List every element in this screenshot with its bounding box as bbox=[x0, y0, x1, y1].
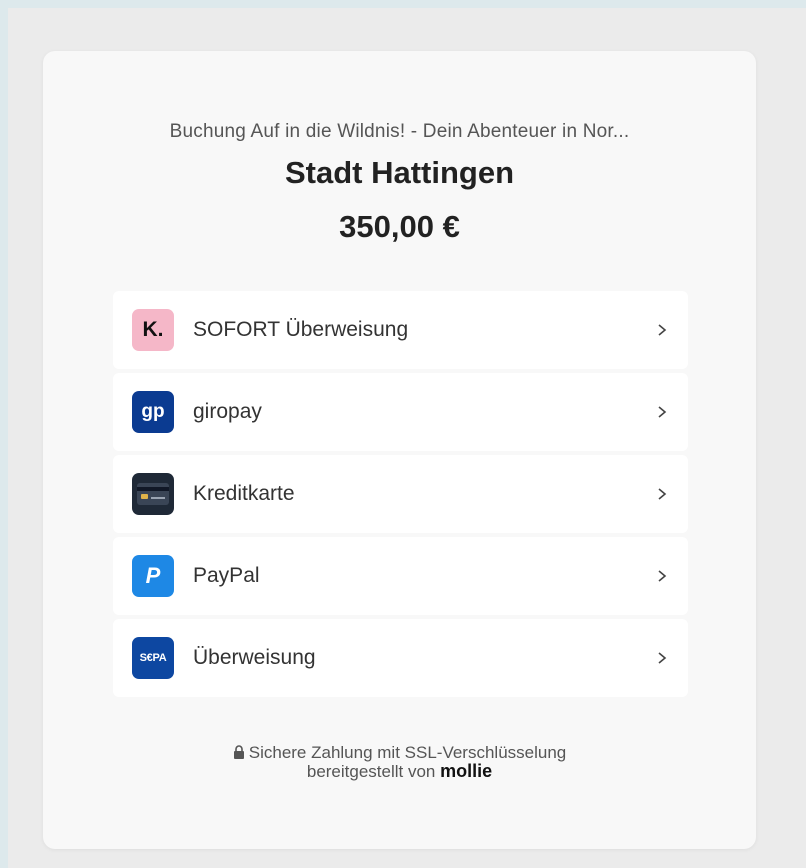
chevron-right-icon bbox=[658, 652, 667, 664]
payment-method-creditcard[interactable]: Kreditkarte bbox=[113, 455, 688, 533]
checkout-card: Buchung Auf in die Wildnis! - Dein Abent… bbox=[43, 51, 756, 849]
chevron-right-icon bbox=[658, 406, 667, 418]
provided-by-text: bereitgestellt von bbox=[306, 762, 436, 781]
security-footer: Sichere Zahlung mit SSL-Verschlüsselung … bbox=[43, 743, 756, 781]
order-description: Buchung Auf in die Wildnis! - Dein Abent… bbox=[169, 121, 630, 142]
payment-method-label: PayPal bbox=[193, 564, 260, 587]
payment-method-label: SOFORT Überweisung bbox=[193, 318, 409, 341]
lock-icon bbox=[233, 745, 244, 759]
merchant-name: Stadt Hattingen bbox=[284, 155, 515, 190]
payment-method-list: K. SOFORT Überweisung gp giropay Kreditk… bbox=[113, 291, 688, 697]
paypal-icon: P bbox=[132, 555, 174, 597]
payment-method-paypal[interactable]: P PayPal bbox=[113, 537, 688, 615]
chevron-right-icon bbox=[658, 570, 667, 582]
payment-method-sofort[interactable]: K. SOFORT Überweisung bbox=[113, 291, 688, 369]
payment-method-label: Überweisung bbox=[193, 646, 316, 669]
chevron-right-icon bbox=[658, 488, 667, 500]
mollie-logo[interactable]: mollie bbox=[440, 761, 492, 781]
payment-method-label: giropay bbox=[193, 400, 262, 423]
security-text: Sichere Zahlung mit SSL-Verschlüsselung bbox=[248, 743, 567, 762]
chevron-right-icon bbox=[658, 324, 667, 336]
payment-method-sepa[interactable]: S€PA Überweisung bbox=[113, 619, 688, 697]
payment-method-giropay[interactable]: gp giropay bbox=[113, 373, 688, 451]
credit-card-icon bbox=[132, 473, 174, 515]
payment-method-label: Kreditkarte bbox=[193, 482, 295, 505]
giropay-icon: gp bbox=[132, 391, 174, 433]
payment-amount: 350,00 € bbox=[339, 209, 460, 244]
sepa-icon: S€PA bbox=[132, 637, 174, 679]
klarna-sofort-icon: K. bbox=[132, 309, 174, 351]
